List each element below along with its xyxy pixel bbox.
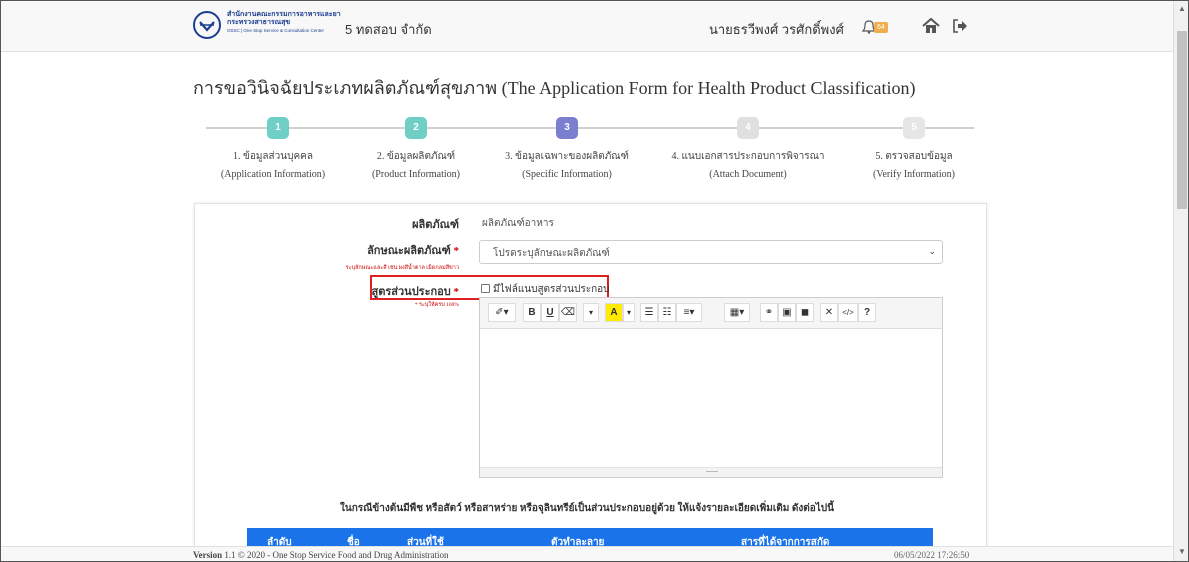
step-4-label: 4. แนบเอกสารประกอบการพิจารณา: [671, 151, 825, 162]
fullscreen-button[interactable]: ✕: [820, 303, 838, 322]
product-value: ผลิตภัณฑ์อาหาร: [482, 218, 554, 229]
step-5-label: 5. ตรวจสอบข้อมูล: [875, 151, 953, 162]
home-icon[interactable]: [922, 17, 940, 35]
attach-formula-checkbox[interactable]: [481, 284, 490, 293]
stepper-line: [206, 127, 974, 129]
logout-icon[interactable]: [952, 18, 968, 34]
step-2-sublabel: (Product Information): [371, 169, 461, 180]
user-name[interactable]: นายธรวีพงศ์ วรศักดิ์พงศ์: [709, 19, 844, 40]
step-1-label: 1. ข้อมูลส่วนบุคคล: [233, 151, 313, 162]
scroll-down-icon[interactable]: ▼: [1178, 548, 1186, 556]
characteristic-label: ลักษณะผลิตภัณฑ์ *: [301, 241, 459, 259]
paragraph-align-button[interactable]: ≡▾: [676, 303, 702, 322]
step-4-sublabel: (Attach Document): [709, 169, 787, 180]
logo-ossc-text: OSSC | One Stop Service & Consultation C…: [227, 28, 324, 33]
notification-badge[interactable]: 64: [874, 22, 888, 33]
link-button[interactable]: ⚭: [760, 303, 778, 322]
fda-logo-icon[interactable]: [193, 11, 221, 39]
logo-line2: กระทรวงสาธารณสุข: [227, 19, 291, 26]
bold-button[interactable]: B: [523, 303, 541, 322]
characteristic-select-value: โปรดระบุลักษณะผลิตภัณฑ์: [493, 248, 610, 259]
step-3-label: 3. ข้อมูลเฉพาะของผลิตภัณฑ์: [505, 151, 629, 162]
unordered-list-button[interactable]: ☰: [640, 303, 658, 322]
page-title: การขอวินิจฉัยประเภทผลิตภัณฑ์สุขภาพ (The …: [193, 78, 916, 98]
page-scrollbar[interactable]: ▲ ▼: [1173, 1, 1188, 561]
formula-hint: * ระบุให้ครบ 100%: [414, 302, 459, 308]
characteristic-label-text: ลักษณะผลิตภัณฑ์: [367, 245, 451, 257]
step-1-circle[interactable]: 1: [267, 117, 289, 139]
step-2-circle[interactable]: 2: [405, 117, 427, 139]
scroll-up-icon[interactable]: ▲: [1178, 5, 1186, 13]
scrollbar-thumb[interactable]: [1177, 31, 1187, 209]
characteristic-select[interactable]: โปรดระบุลักษณะผลิตภัณฑ์ ⌄: [479, 240, 943, 264]
footer-version: Version 1.1 © 2020 - One Stop Service Fo…: [193, 550, 449, 560]
step-3-sublabel: (Specific Information): [522, 169, 612, 180]
step-3-circle[interactable]: 3: [556, 117, 578, 139]
attach-formula-checkbox-label[interactable]: มีไฟล์แนบสูตรส่วนประกอบ: [493, 282, 609, 297]
top-navbar: สำนักงานคณะกรรมการอาหารและยา กระทรวงสาธา…: [1, 1, 1173, 52]
browser-viewport: สำนักงานคณะกรรมการอาหารและยา กระทรวงสาธา…: [0, 0, 1189, 562]
chevron-down-icon: ⌄: [928, 246, 936, 256]
product-label: ผลิตภัณฑ์: [412, 219, 459, 231]
magic-style-button[interactable]: ✐▾: [488, 303, 516, 322]
image-button[interactable]: ▣: [778, 303, 796, 322]
company-name: 5 ทดสอบ จำกัด: [345, 22, 432, 37]
formula-rich-text-editor[interactable]: ✐▾ B U ⌫ ▾ A ▾ ☰ ☷ ≡▾ ▦▾ ⚭ ▣ ◼ ✕ </> ?: [479, 297, 943, 478]
code-view-button[interactable]: </>: [838, 303, 858, 322]
font-dropdown-button[interactable]: ▾: [583, 303, 599, 322]
resize-grip-icon: [706, 471, 718, 472]
step-5-circle[interactable]: 5: [903, 117, 925, 139]
help-button[interactable]: ?: [858, 303, 876, 322]
version-text: 1.1 © 2020 - One Stop Service Food and D…: [224, 550, 449, 560]
video-button[interactable]: ◼: [796, 303, 814, 322]
step-5-sublabel: (Verify Information): [873, 169, 955, 180]
footer-datetime: 06/05/2022 17:26:50: [894, 550, 970, 560]
editor-resize-handle[interactable]: [480, 467, 942, 477]
text-color-button[interactable]: A: [605, 303, 623, 322]
editor-toolbar: ✐▾ B U ⌫ ▾ A ▾ ☰ ☷ ≡▾ ▦▾ ⚭ ▣ ◼ ✕ </> ?: [480, 298, 942, 329]
required-mark: *: [453, 245, 460, 257]
page-footer: Version 1.1 © 2020 - One Stop Service Fo…: [1, 546, 1173, 561]
underline-button[interactable]: U: [541, 303, 559, 322]
text-color-dropdown[interactable]: ▾: [623, 303, 635, 322]
ordered-list-button[interactable]: ☷: [658, 303, 676, 322]
step-2-label: 2. ข้อมูลผลิตภัณฑ์: [376, 151, 456, 162]
characteristic-hint: ระบุลักษณะและสี เช่น ผงสีน้ำตาล เม็ดกลมส…: [345, 265, 459, 271]
step-4-circle[interactable]: 4: [737, 117, 759, 139]
logo-org-name: สำนักงานคณะกรรมการอาหารและยา กระทรวงสาธา…: [227, 11, 347, 27]
insert-table-button[interactable]: ▦▾: [724, 303, 750, 322]
step-1-sublabel: (Application Information): [220, 169, 326, 180]
logo-line1: สำนักงานคณะกรรมการอาหารและยา: [227, 11, 341, 18]
version-label: Version: [193, 550, 223, 560]
organism-note: ในกรณีข้างต้นมีพืช หรือสัตว์ หรือสาหร่าย…: [340, 503, 834, 514]
eraser-button[interactable]: ⌫: [559, 303, 577, 322]
